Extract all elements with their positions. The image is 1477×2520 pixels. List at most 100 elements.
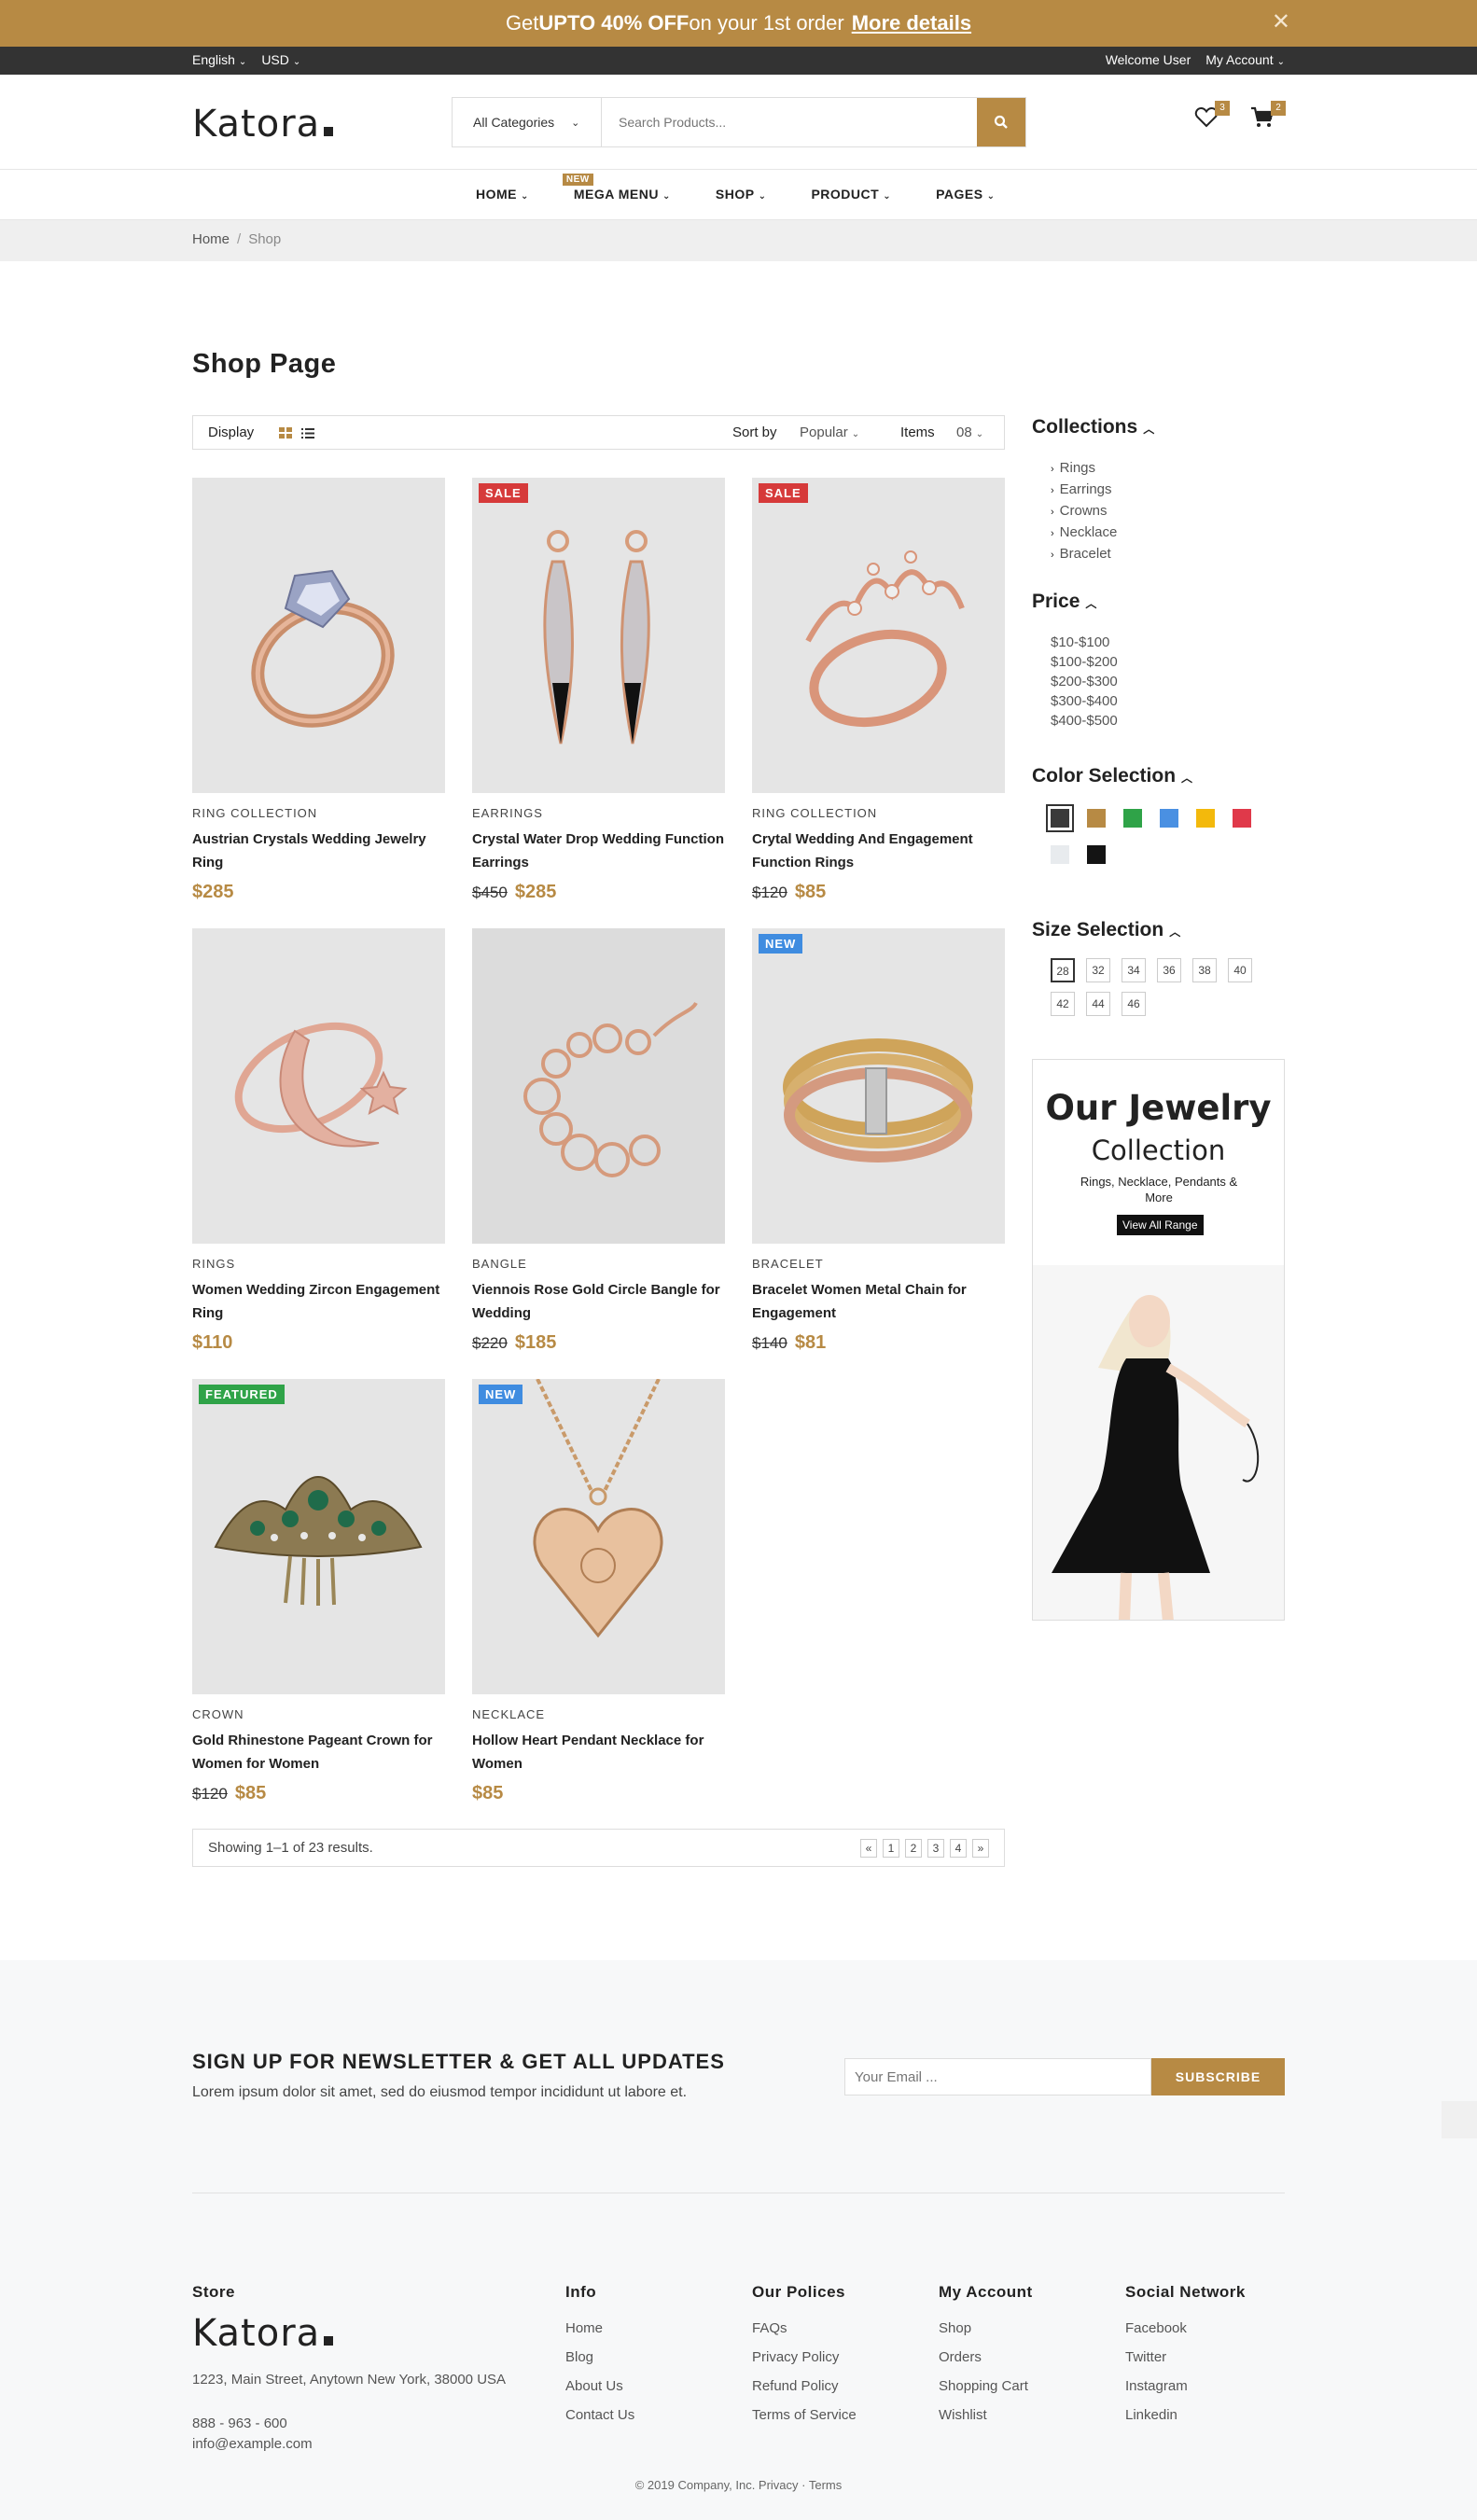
product-image[interactable] (192, 928, 445, 1244)
size-option[interactable]: 36 (1157, 958, 1181, 982)
nav-item-mega-menu[interactable]: NEW MEGA MENU ⌄ (562, 174, 671, 202)
view-all-range-button[interactable]: View All Range (1117, 1215, 1204, 1235)
footer-link[interactable]: Terms of Service (752, 2401, 857, 2430)
footer-link[interactable]: Privacy Policy (752, 2343, 857, 2372)
footer-link[interactable]: Wishlist (939, 2401, 1028, 2430)
search-input[interactable] (602, 98, 977, 146)
size-option[interactable]: 38 (1192, 958, 1217, 982)
footer-link[interactable]: Shop (939, 2314, 1028, 2343)
price-range-item[interactable]: $300-$400 (1051, 691, 1118, 711)
product-card[interactable]: NEW BRACELET Bracelet Women Metal Chain … (752, 928, 1005, 1354)
product-name[interactable]: Austrian Crystals Wedding Jewelry Ring (192, 828, 445, 874)
price-range-item[interactable]: $200-$300 (1051, 672, 1118, 691)
footer-link[interactable]: Facebook (1125, 2314, 1188, 2343)
site-logo[interactable]: Katora (192, 103, 334, 146)
color-swatch[interactable] (1087, 809, 1106, 828)
collections-heading[interactable]: Collections ︿ (1032, 416, 1154, 439)
page-button[interactable]: 4 (950, 1839, 967, 1858)
footer-link[interactable]: Refund Policy (752, 2372, 857, 2401)
product-image[interactable] (472, 928, 725, 1244)
scroll-top-button[interactable] (1442, 2101, 1477, 2138)
category-select[interactable]: All Categories ⌄ (453, 98, 602, 146)
my-account-menu[interactable]: My Account ⌄ (1205, 52, 1285, 67)
product-image[interactable]: SALE (752, 478, 1005, 793)
nav-item-pages[interactable]: PAGES ⌄ (936, 187, 995, 202)
footer-link[interactable]: Contact Us (565, 2401, 634, 2430)
footer-link[interactable]: Blog (565, 2343, 634, 2372)
product-name[interactable]: Hollow Heart Pendant Necklace for Women (472, 1729, 725, 1775)
items-select[interactable]: 08 ⌄ (956, 425, 983, 440)
size-option[interactable]: 34 (1122, 958, 1146, 982)
product-name[interactable]: Crystal Water Drop Wedding Function Earr… (472, 828, 725, 874)
collection-item[interactable]: › Rings (1051, 458, 1117, 480)
product-card[interactable]: SALE RING COLLECTION Crytal Wedding And … (752, 478, 1005, 903)
subscribe-button[interactable]: SUBSCRIBE (1151, 2058, 1285, 2095)
footer-link[interactable]: Instagram (1125, 2372, 1188, 2401)
page-button[interactable]: 2 (905, 1839, 922, 1858)
footer-link[interactable]: Orders (939, 2343, 1028, 2372)
product-name[interactable]: Women Wedding Zircon Engagement Ring (192, 1278, 445, 1325)
product-image[interactable]: NEW (752, 928, 1005, 1244)
product-image[interactable]: NEW (472, 1379, 725, 1694)
product-name[interactable]: Gold Rhinestone Pageant Crown for Women … (192, 1729, 445, 1775)
breadcrumb-home[interactable]: Home (192, 231, 230, 247)
language-select[interactable]: English ⌄ (192, 52, 246, 67)
email-field[interactable] (844, 2058, 1151, 2095)
footer-link[interactable]: Home (565, 2314, 634, 2343)
product-card[interactable]: NEW NECKLACE Hollow Heart Pendant Neckla… (472, 1379, 725, 1804)
footer-link[interactable]: Shopping Cart (939, 2372, 1028, 2401)
collection-item[interactable]: › Crowns (1051, 501, 1117, 522)
grid-view-icon[interactable] (279, 427, 292, 439)
nav-item-shop[interactable]: SHOP ⌄ (716, 187, 767, 202)
product-card[interactable]: FEATURED CROWN Gold Rhinestone Pageant C… (192, 1379, 445, 1804)
product-image[interactable]: FEATURED (192, 1379, 445, 1694)
nav-item-home[interactable]: HOME ⌄ (476, 187, 529, 202)
price-range-item[interactable]: $400-$500 (1051, 711, 1118, 731)
footer-link[interactable]: FAQs (752, 2314, 857, 2343)
size-option[interactable]: 28 (1051, 958, 1075, 982)
footer-link[interactable]: Linkedin (1125, 2401, 1188, 2430)
product-name[interactable]: Viennois Rose Gold Circle Bangle for Wed… (472, 1278, 725, 1325)
collection-item[interactable]: › Necklace (1051, 522, 1117, 544)
size-heading[interactable]: Size Selection ︿ (1032, 919, 1180, 941)
list-view-icon[interactable] (301, 427, 314, 439)
color-swatch[interactable] (1233, 809, 1251, 828)
cart-button[interactable]: 2 (1250, 101, 1286, 134)
product-card[interactable]: SALE EARRINGS Crystal Water Drop Wedding… (472, 478, 725, 903)
size-option[interactable]: 40 (1228, 958, 1252, 982)
collection-item[interactable]: › Bracelet (1051, 544, 1117, 565)
footer-link[interactable]: Twitter (1125, 2343, 1188, 2372)
color-swatch[interactable] (1046, 804, 1074, 832)
product-card[interactable]: RING COLLECTION Austrian Crystals Weddin… (192, 478, 445, 903)
product-image[interactable] (192, 478, 445, 793)
color-swatch[interactable] (1051, 845, 1069, 864)
product-name[interactable]: Bracelet Women Metal Chain for Engagemen… (752, 1278, 1005, 1325)
price-range-item[interactable]: $100-$200 (1051, 652, 1118, 672)
promo-banner[interactable]: Our Jewelry Collection Rings, Necklace, … (1032, 1059, 1285, 1621)
nav-item-product[interactable]: PRODUCT ⌄ (811, 187, 891, 202)
size-option[interactable]: 46 (1122, 992, 1146, 1016)
footer-link[interactable]: About Us (565, 2372, 634, 2401)
product-card[interactable]: RINGS Women Wedding Zircon Engagement Ri… (192, 928, 445, 1354)
footer-logo[interactable]: Katora (192, 2312, 334, 2355)
page-button[interactable]: 3 (927, 1839, 944, 1858)
product-card[interactable]: BANGLE Viennois Rose Gold Circle Bangle … (472, 928, 725, 1354)
product-image[interactable]: SALE (472, 478, 725, 793)
size-option[interactable]: 44 (1086, 992, 1110, 1016)
footer-email[interactable]: info@example.com (192, 2436, 313, 2452)
collection-item[interactable]: › Earrings (1051, 480, 1117, 501)
search-button[interactable] (977, 98, 1025, 146)
prev-page-button[interactable]: « (860, 1839, 877, 1858)
color-swatch[interactable] (1087, 845, 1106, 864)
promo-more-link[interactable]: More details (852, 11, 971, 35)
page-button[interactable]: 1 (883, 1839, 899, 1858)
color-swatch[interactable] (1196, 809, 1215, 828)
color-heading[interactable]: Color Selection ︿ (1032, 765, 1192, 787)
currency-select[interactable]: USD ⌄ (261, 52, 300, 67)
close-icon[interactable]: ✕ (1272, 11, 1290, 34)
size-option[interactable]: 32 (1086, 958, 1110, 982)
size-option[interactable]: 42 (1051, 992, 1075, 1016)
wishlist-button[interactable]: 3 (1194, 101, 1230, 134)
color-swatch[interactable] (1123, 809, 1142, 828)
price-range-item[interactable]: $10-$100 (1051, 633, 1118, 652)
